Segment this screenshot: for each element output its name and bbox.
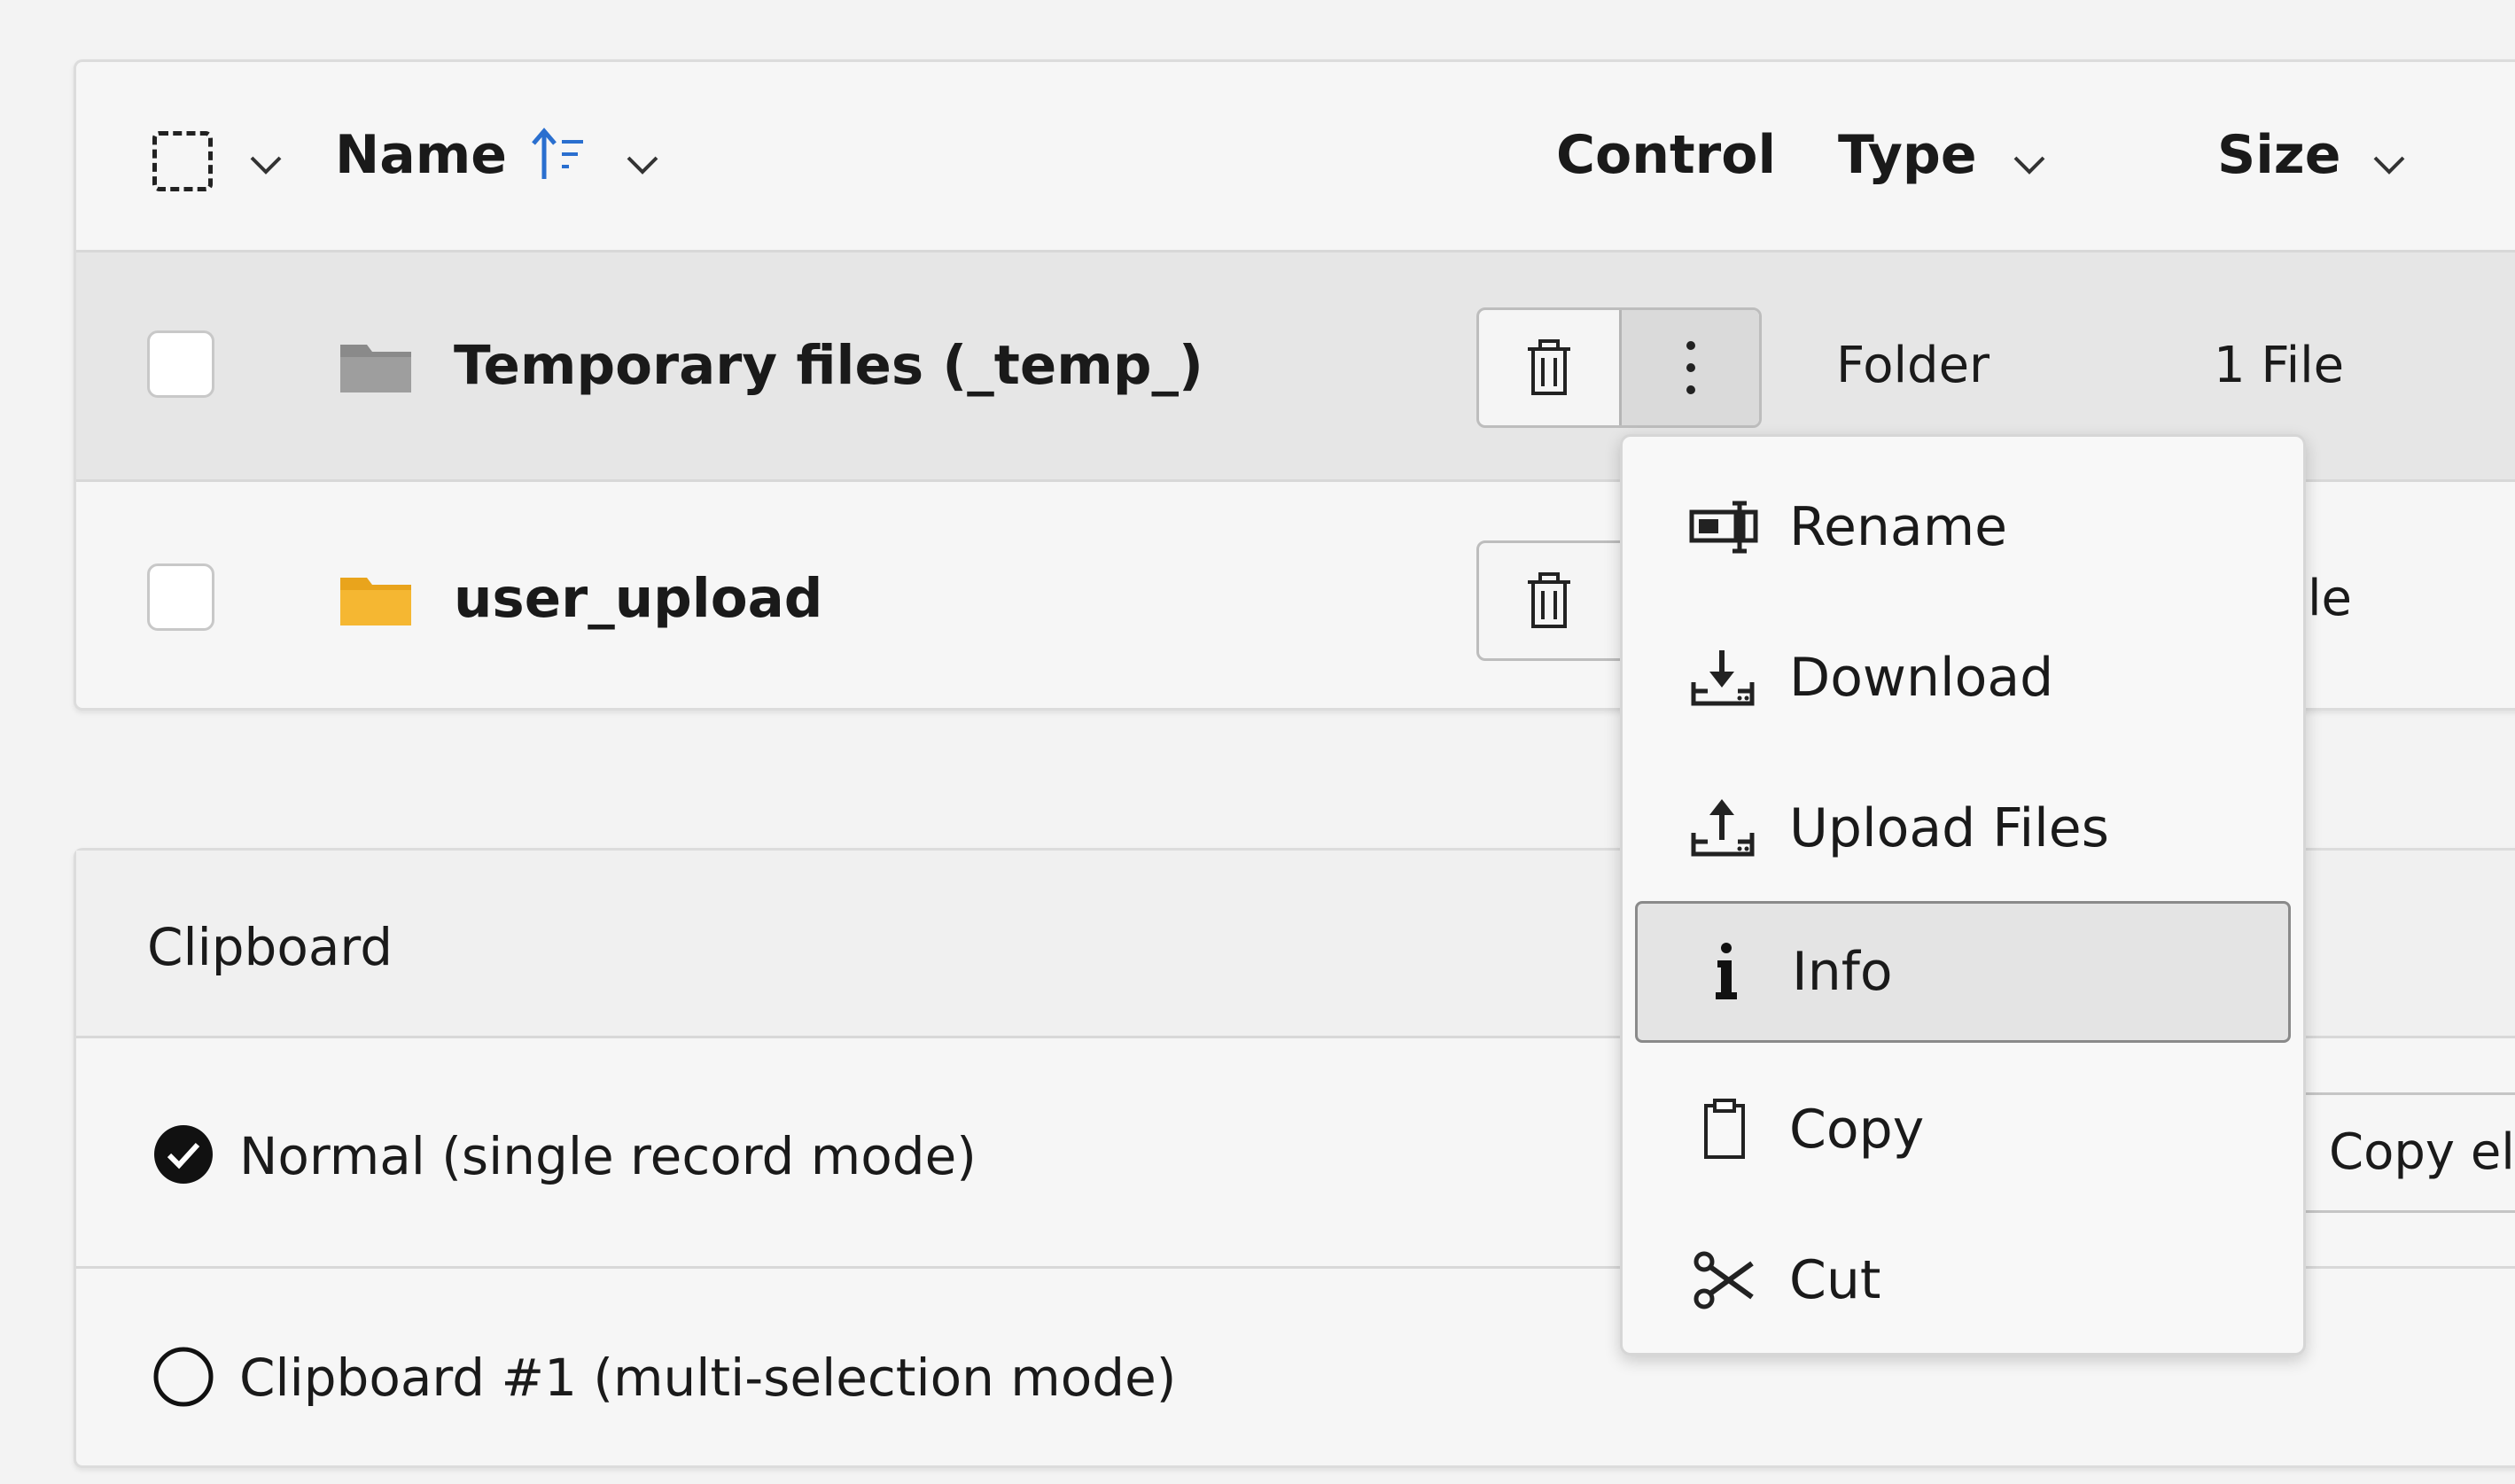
menu-item-label: Rename xyxy=(1789,496,2008,558)
ellipsis-vertical-icon xyxy=(1686,341,1695,394)
info-icon xyxy=(1691,941,1762,1003)
menu-item-rename[interactable]: Rename xyxy=(1635,456,2291,598)
size-chevron-down-icon[interactable] xyxy=(2368,144,2410,186)
sort-ascending-icon[interactable] xyxy=(528,124,590,186)
file-name-link[interactable]: Temporary files (_temp_) xyxy=(454,338,1203,392)
column-header-size[interactable]: Size xyxy=(2217,128,2340,182)
folder-icon xyxy=(339,341,413,394)
file-type: Folder xyxy=(1836,337,1990,394)
select-chevron-down-icon[interactable] xyxy=(245,144,287,186)
radio-label-clipboard-1[interactable]: Clipboard #1 (multi-selection mode) xyxy=(239,1352,1176,1403)
context-menu: Rename Download Upload Files Info Copy C… xyxy=(1620,434,2306,1356)
trash-icon xyxy=(1528,572,1570,628)
delete-button[interactable] xyxy=(1479,543,1619,658)
menu-item-label: Info xyxy=(1792,941,1893,1003)
column-header-type[interactable]: Type xyxy=(1838,128,1977,182)
row-checkbox[interactable] xyxy=(147,330,214,398)
radio-unchecked-icon[interactable] xyxy=(152,1346,214,1408)
clipboard-icon xyxy=(1688,1099,1759,1161)
rename-icon xyxy=(1688,496,1759,558)
file-size: 1 File xyxy=(2214,337,2345,394)
upload-icon xyxy=(1688,797,1759,859)
menu-item-copy[interactable]: Copy xyxy=(1635,1059,2291,1200)
menu-item-label: Download xyxy=(1789,647,2054,709)
radio-label-normal[interactable]: Normal (single record mode) xyxy=(239,1130,977,1182)
download-icon xyxy=(1688,647,1759,709)
select-all-checkbox[interactable] xyxy=(152,131,213,191)
delete-button[interactable] xyxy=(1479,310,1619,425)
more-actions-button[interactable] xyxy=(1619,310,1759,425)
scissors-icon xyxy=(1688,1249,1759,1311)
row-checkbox[interactable] xyxy=(147,563,214,631)
menu-item-label: Copy xyxy=(1789,1099,1925,1161)
file-name-link[interactable]: user_upload xyxy=(454,571,822,625)
folder-icon xyxy=(339,574,413,627)
menu-item-download[interactable]: Download xyxy=(1635,607,2291,749)
column-header-control: Control xyxy=(1556,124,1777,186)
file-size: le xyxy=(2308,570,2353,627)
menu-item-cut[interactable]: Cut xyxy=(1635,1209,2291,1351)
radio-checked-icon[interactable] xyxy=(152,1123,214,1185)
menu-item-label: Upload Files xyxy=(1789,797,2109,859)
menu-item-label: Cut xyxy=(1789,1249,1881,1311)
name-chevron-down-icon[interactable] xyxy=(621,144,664,186)
menu-item-info[interactable]: Info xyxy=(1635,901,2291,1043)
file-list-header: Name Control Type Size xyxy=(76,62,2515,250)
type-chevron-down-icon[interactable] xyxy=(2008,144,2051,186)
row-control-group xyxy=(1476,307,1762,428)
menu-item-upload-files[interactable]: Upload Files xyxy=(1635,758,2291,899)
trash-icon xyxy=(1528,339,1570,395)
clipboard-title: Clipboard xyxy=(147,917,393,977)
column-header-name[interactable]: Name xyxy=(335,128,507,182)
